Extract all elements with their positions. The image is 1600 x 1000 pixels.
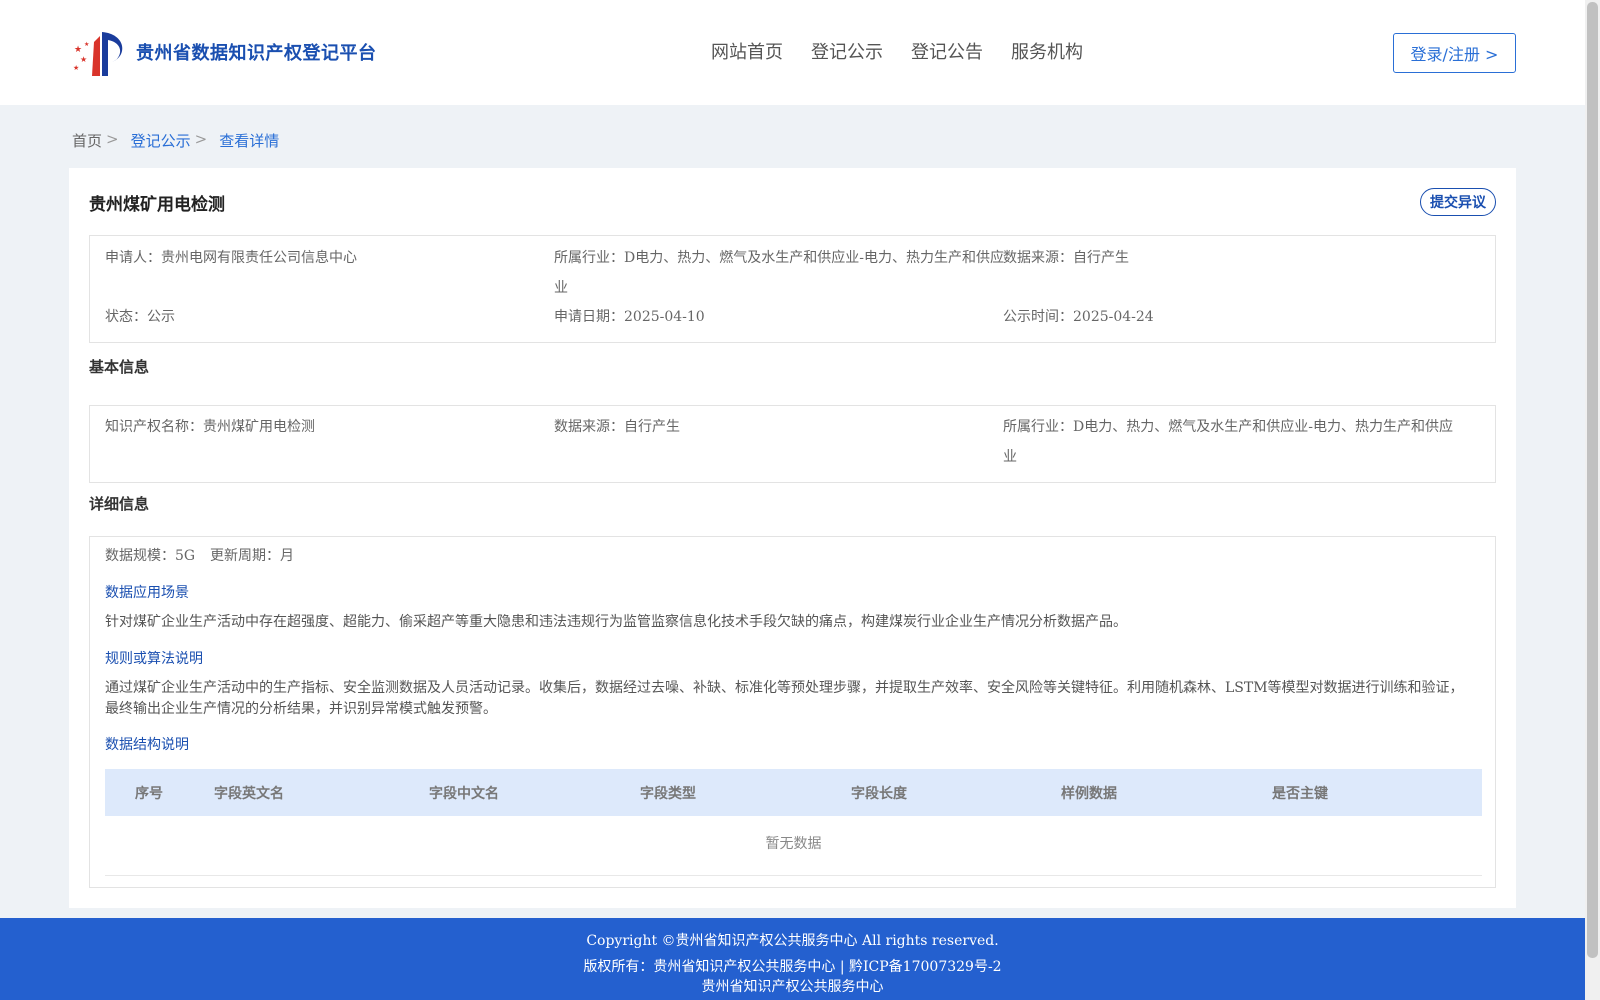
- basic-info-heading: 基本信息: [89, 358, 150, 376]
- basic-industry-value-wrap: 业: [1003, 449, 1017, 465]
- detail-card: 贵州煤矿用电检测 提交异议 申请人：贵州电网有限责任公司信息中心 所属行业：D电…: [69, 168, 1516, 908]
- col-primary-key: 是否主键: [1272, 786, 1328, 802]
- footer-copyright: Copyright ©贵州省知识产权公共服务中心 All rights rese…: [586, 933, 999, 949]
- data-scale-value: 5G: [175, 548, 196, 564]
- data-scale-field: 数据规模：5G: [105, 541, 195, 571]
- industry-value: D电力、热力、燃气及水生产和供应业-电力、热力生产和供应: [624, 250, 1004, 266]
- breadcrumb-separator: >: [194, 130, 208, 148]
- site-footer: Copyright ©贵州省知识产权公共服务中心 All rights rese…: [0, 918, 1585, 1000]
- table-divider: [105, 875, 1482, 876]
- source-field: 数据来源：自行产生: [1003, 243, 1129, 273]
- submit-objection-button[interactable]: 提交异议: [1420, 188, 1496, 216]
- breadcrumb-separator: >: [106, 130, 119, 148]
- algorithm-text: 通过煤矿企业生产活动中的生产指标、安全监测数据及人员活动记录。收集后，数据经过去…: [105, 680, 1464, 717]
- publish-date-field: 公示时间：2025-04-24: [1003, 302, 1154, 332]
- page-title: 贵州煤矿用电检测: [89, 195, 225, 215]
- breadcrumb-current[interactable]: 查看详情: [219, 130, 279, 151]
- basic-industry-field: 所属行业：D电力、热力、燃气及水生产和供应业-电力、热力生产和供应 业: [1003, 412, 1473, 472]
- col-field-type: 字段类型: [640, 786, 696, 802]
- footer-org: 贵州省知识产权公共服务中心: [701, 979, 884, 995]
- ip-name-label: 知识产权名称：: [105, 419, 203, 435]
- applicant-label: 申请人：: [105, 250, 161, 266]
- ip-name-value: 贵州煤矿用电检测: [203, 419, 315, 435]
- structure-table-header: 序号 字段英文名 字段中文名 字段类型 字段长度 样例数据 是否主键: [105, 769, 1482, 816]
- ip-emblem-icon: ★ ★ ★ ★: [73, 32, 123, 76]
- col-index: 序号: [135, 786, 163, 802]
- svg-text:★: ★: [84, 41, 89, 48]
- status-value: 公示: [147, 309, 175, 325]
- applicant-value: 贵州电网有限责任公司信息中心: [161, 250, 357, 266]
- basic-info-panel: 知识产权名称：贵州煤矿用电检测 数据来源：自行产生 所属行业：D电力、热力、燃气…: [89, 405, 1496, 483]
- col-field-cn: 字段中文名: [429, 786, 499, 802]
- breadcrumb-list[interactable]: 登记公示: [131, 130, 191, 151]
- site-title: 贵州省数据知识产权登记平台: [136, 43, 377, 64]
- applicant-field: 申请人：贵州电网有限责任公司信息中心: [105, 243, 357, 273]
- footer-owner: 版权所有：贵州省知识产权公共服务中心 | 黔ICP备17007329号-2: [583, 959, 1002, 975]
- apply-date-value: 2025-04-10: [624, 309, 705, 325]
- data-scale-label: 数据规模：: [105, 548, 175, 564]
- apply-date-label: 申请日期：: [554, 309, 624, 325]
- col-sample-data: 样例数据: [1061, 786, 1117, 802]
- basic-source-label: 数据来源：: [554, 419, 624, 435]
- scrollbar-thumb[interactable]: [1587, 2, 1598, 958]
- summary-panel: 申请人：贵州电网有限责任公司信息中心 所属行业：D电力、热力、燃气及水生产和供应…: [89, 235, 1496, 343]
- status-field: 状态：公示: [105, 302, 175, 332]
- site-header: ★ ★ ★ ★ 贵州省数据知识产权登记平台 网站首页 登记公示 登记公告 服务机…: [0, 0, 1585, 105]
- scenario-text: 针对煤矿企业生产活动中存在超强度、超能力、偷采超产等重大隐患和违法违规行为监管监…: [105, 614, 1127, 630]
- nav-registration-announcement[interactable]: 登记公告: [911, 38, 983, 64]
- industry-field: 所属行业：D电力、热力、燃气及水生产和供应业-电力、热力生产和供应 业: [554, 243, 1004, 303]
- breadcrumb-home[interactable]: 首页: [72, 130, 102, 151]
- basic-source-value: 自行产生: [624, 419, 680, 435]
- col-field-length: 字段长度: [851, 786, 907, 802]
- nav-service-agencies[interactable]: 服务机构: [1011, 38, 1083, 64]
- source-label: 数据来源：: [1003, 250, 1073, 266]
- algorithm-heading: 规则或算法说明: [105, 651, 203, 667]
- publish-date-value: 2025-04-24: [1073, 309, 1154, 325]
- main-nav: 网站首页 登记公示 登记公告 服务机构: [711, 38, 1083, 64]
- site-logo[interactable]: ★ ★ ★ ★ 贵州省数据知识产权登记平台: [72, 26, 377, 78]
- ip-name-field: 知识产权名称：贵州煤矿用电检测: [105, 412, 315, 442]
- page-scrollbar[interactable]: [1585, 0, 1600, 1000]
- update-period-field: 更新周期：月: [210, 541, 294, 571]
- login-register-button[interactable]: 登录/注册 >: [1393, 33, 1516, 73]
- detail-info-panel: 数据规模：5G 更新周期：月 数据应用场景 针对煤矿企业生产活动中存在超强度、超…: [89, 536, 1496, 888]
- update-period-label: 更新周期：: [210, 548, 280, 564]
- source-value: 自行产生: [1073, 250, 1129, 266]
- update-period-value: 月: [280, 548, 294, 564]
- svg-text:★: ★: [74, 45, 82, 55]
- breadcrumb: 首页 > 登记公示 > 查看详情: [72, 130, 279, 151]
- industry-value-wrap: 业: [554, 280, 568, 296]
- col-field-en: 字段英文名: [214, 786, 284, 802]
- svg-text:★: ★: [73, 64, 79, 72]
- nav-registration-notice[interactable]: 登记公示: [811, 38, 883, 64]
- industry-label: 所属行业：: [554, 250, 624, 266]
- basic-source-field: 数据来源：自行产生: [554, 412, 680, 442]
- basic-industry-value: D电力、热力、燃气及水生产和供应业-电力、热力生产和供应: [1073, 419, 1453, 435]
- svg-text:★: ★: [80, 55, 87, 64]
- nav-home[interactable]: 网站首页: [711, 38, 783, 64]
- status-label: 状态：: [105, 309, 147, 325]
- structure-heading: 数据结构说明: [105, 737, 189, 753]
- basic-industry-label: 所属行业：: [1003, 419, 1073, 435]
- detail-info-heading: 详细信息: [89, 495, 150, 513]
- apply-date-field: 申请日期：2025-04-10: [554, 302, 705, 332]
- table-empty-text: 暂无数据: [765, 836, 822, 852]
- publish-date-label: 公示时间：: [1003, 309, 1073, 325]
- scenario-heading: 数据应用场景: [105, 585, 189, 601]
